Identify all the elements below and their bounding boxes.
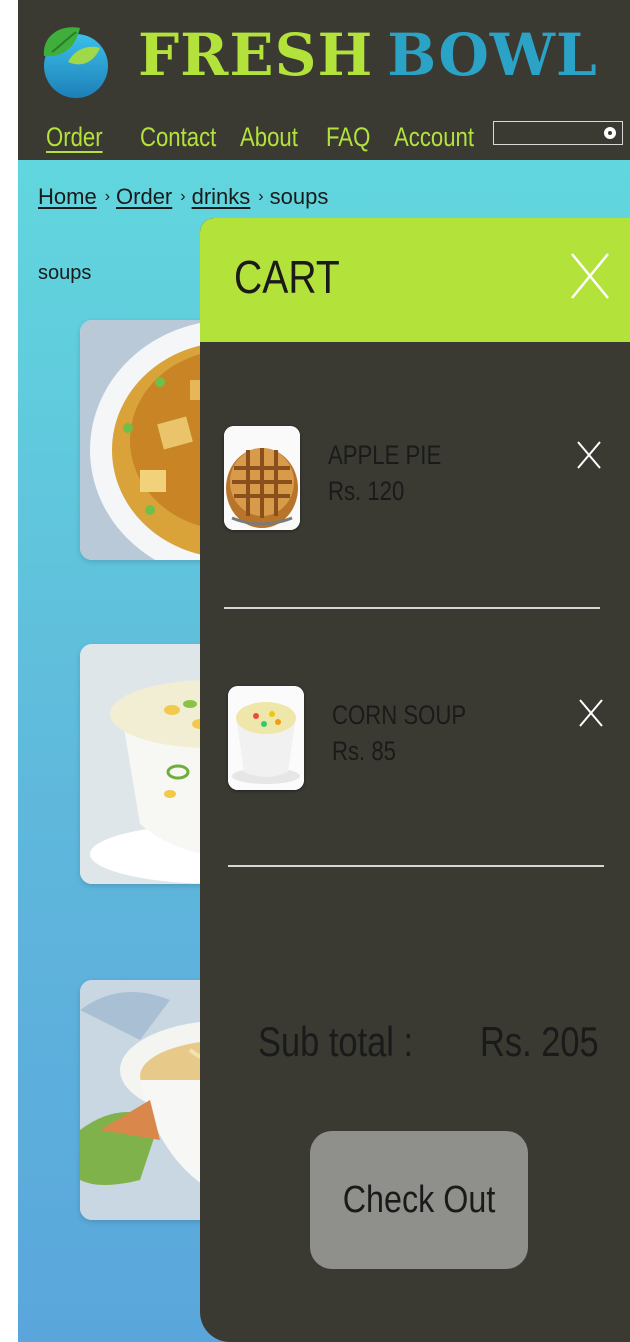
- nav-item-about[interactable]: About: [240, 122, 298, 153]
- remove-item-icon[interactable]: [576, 440, 602, 470]
- app-root: FRESH BOWL Order Contact About FAQ Accou…: [18, 0, 630, 1342]
- nav-item-contact[interactable]: Contact: [140, 122, 216, 153]
- cart-divider: [224, 607, 600, 609]
- logo-icon[interactable]: [38, 22, 110, 100]
- cart-item-price: Rs. 120: [328, 476, 405, 506]
- chevron-right-icon: ›: [258, 188, 264, 205]
- cart-item-image: [224, 426, 300, 530]
- brand-word-fresh: FRESH: [138, 21, 374, 89]
- chevron-right-icon: ›: [104, 188, 111, 205]
- close-icon[interactable]: [568, 248, 612, 304]
- cart-item-image: [228, 686, 304, 790]
- cart-item-price: Rs. 85: [332, 736, 396, 766]
- corn-soup-image: [228, 686, 304, 790]
- cart-panel: CART APPLE PIE Rs. 120 CORN SOUP Rs. 85 …: [200, 218, 630, 1342]
- cart-title: CART: [234, 251, 340, 303]
- search-input[interactable]: [493, 121, 623, 145]
- subtotal-label: Sub total :: [258, 1018, 414, 1065]
- nav-item-order[interactable]: Order: [46, 122, 103, 153]
- nav-item-faq[interactable]: FAQ: [326, 122, 370, 153]
- cart-item-name: APPLE PIE: [328, 440, 442, 470]
- chevron-right-icon: ›: [180, 188, 186, 205]
- breadcrumb-drinks[interactable]: drinks: [192, 184, 251, 210]
- brand-title[interactable]: FRESH BOWL: [138, 20, 598, 90]
- site-header: FRESH BOWL Order Contact About FAQ Accou…: [18, 0, 630, 160]
- cart-divider: [228, 865, 604, 867]
- apple-pie-image: [224, 426, 300, 530]
- breadcrumb-current: soups: [269, 184, 329, 209]
- breadcrumb: Home › Order › drinks › soups: [38, 184, 328, 210]
- cart-item-name: CORN SOUP: [332, 700, 467, 730]
- brand-word-bowl: BOWL: [387, 21, 598, 89]
- breadcrumb-home[interactable]: Home: [38, 184, 97, 210]
- remove-item-icon[interactable]: [578, 698, 604, 728]
- subtotal-value: Rs. 205: [480, 1018, 599, 1065]
- checkout-label: Check Out: [342, 1178, 496, 1221]
- breadcrumb-order[interactable]: Order: [116, 184, 172, 210]
- nav-item-account[interactable]: Account: [394, 122, 474, 153]
- section-title: soups: [38, 262, 92, 284]
- checkout-button[interactable]: Check Out: [310, 1131, 528, 1269]
- search-icon[interactable]: [604, 127, 616, 139]
- cart-header: CART: [200, 218, 630, 342]
